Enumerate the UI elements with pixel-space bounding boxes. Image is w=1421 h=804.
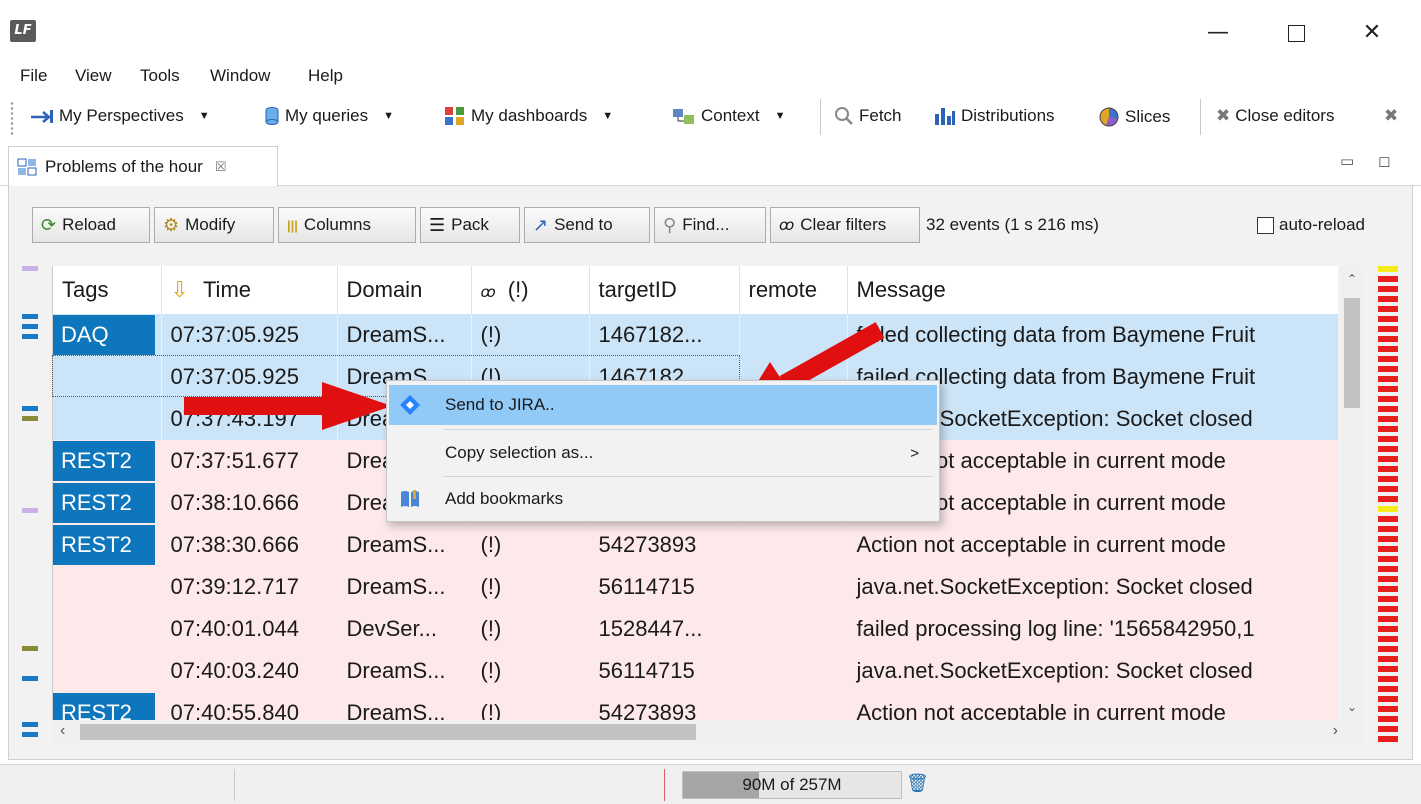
status-separator <box>664 769 665 801</box>
menu-item-copy-selection[interactable]: Copy selection as... > <box>389 433 937 473</box>
context-menu: Send to JIRA.. Copy selection as... > Ad… <box>386 380 940 522</box>
add-bookmarks-label: Add bookmarks <box>445 489 564 508</box>
menu-item-send-to-jira[interactable]: Send to JIRA.. <box>389 385 937 425</box>
copy-selection-label: Copy selection as... <box>445 443 594 462</box>
heap-status-text: 90M of 257M <box>742 775 842 794</box>
menu-separator <box>443 476 933 477</box>
jira-icon <box>400 395 420 415</box>
heap-status[interactable]: 90M of 257M <box>682 771 902 799</box>
status-bar: 90M of 257M 🗑 <box>0 764 1421 804</box>
menu-item-add-bookmarks[interactable]: Add bookmarks <box>389 479 937 519</box>
trash-icon[interactable]: 🗑 <box>906 773 929 794</box>
red-arrow-right <box>184 382 392 430</box>
menu-separator <box>443 429 933 430</box>
bookmark-book-icon <box>401 490 419 507</box>
send-to-jira-label: Send to JIRA.. <box>445 395 555 414</box>
status-separator <box>234 769 235 801</box>
submenu-arrow-icon: > <box>910 444 919 462</box>
